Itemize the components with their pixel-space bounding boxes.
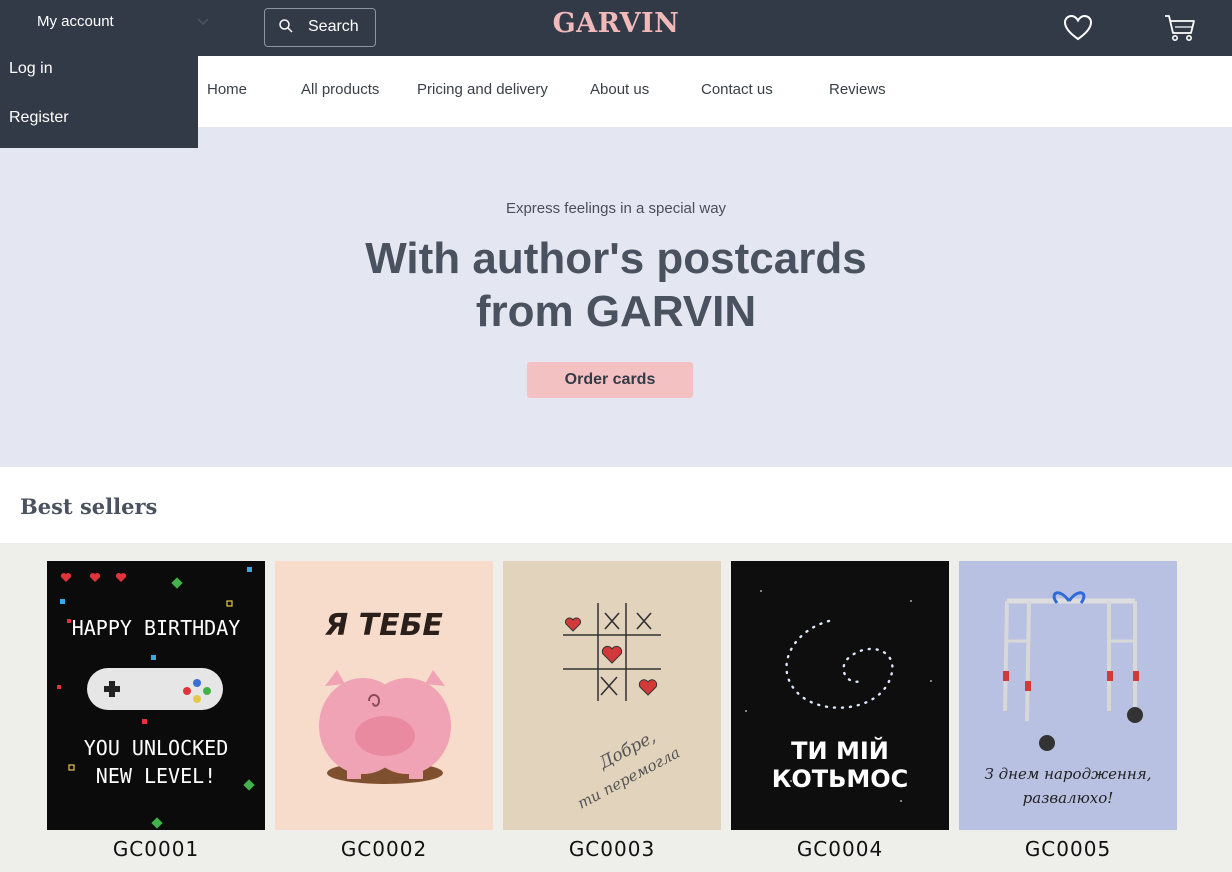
nav-home[interactable]: Home [207, 81, 247, 98]
product-card-5[interactable]: З днем народження, развалюхо! [959, 561, 1177, 830]
card1-line3: NEW LEVEL! [96, 764, 216, 788]
birthday-card-image: HAPPY BIRTHDAY YOU UNLOCKED NEW LEVEL! [47, 561, 265, 830]
order-cards-button[interactable]: Order cards [527, 362, 693, 398]
products-row: HAPPY BIRTHDAY YOU UNLOCKED NEW LEVEL! G… [0, 543, 1232, 872]
search-icon [279, 19, 293, 33]
product-code-3[interactable]: GC0003 [503, 837, 721, 861]
product-code-1[interactable]: GC0001 [47, 837, 265, 861]
my-account-label: My account [37, 13, 114, 30]
product-card-3[interactable]: Добре, ти перемогла [503, 561, 721, 830]
register-link[interactable]: Register [9, 109, 69, 127]
nav-about[interactable]: About us [590, 81, 649, 98]
product-card-4[interactable]: ТИ МІЙ КОТЬМОС [731, 561, 949, 830]
nav-pricing[interactable]: Pricing and delivery [417, 81, 548, 98]
search-button[interactable]: Search [264, 8, 376, 47]
card4-line1: ТИ МІЙ [791, 736, 889, 765]
product-card-1[interactable]: HAPPY BIRTHDAY YOU UNLOCKED NEW LEVEL! [47, 561, 265, 830]
hero-banner: Express feelings in a special way With a… [0, 127, 1232, 467]
cart-icon[interactable] [1163, 13, 1197, 43]
search-label: Search [308, 18, 359, 35]
card2-line1: Я ТЕБЕ [324, 608, 443, 643]
my-account-button[interactable]: My account [0, 0, 222, 44]
card4-line2: КОТЬМОС [772, 765, 909, 793]
product-code-2[interactable]: GC0002 [275, 837, 493, 861]
card5-line1: З днем народження, [985, 765, 1152, 783]
card1-line2: YOU UNLOCKED [84, 736, 229, 760]
product-code-4[interactable]: GC0004 [731, 837, 949, 861]
card1-line1: HAPPY BIRTHDAY [72, 616, 241, 640]
heart-icon[interactable] [1063, 14, 1093, 42]
pig-card-image: Я ТЕБЕ [275, 561, 493, 830]
nav-reviews[interactable]: Reviews [829, 81, 886, 98]
best-sellers-title: Best sellers [20, 494, 158, 519]
card5-line2: развалюхо! [1023, 789, 1114, 807]
account-dropdown: Log in Register [0, 56, 198, 148]
hero-headline: With author's postcards from GARVIN [365, 234, 867, 336]
nav-contact[interactable]: Contact us [701, 81, 773, 98]
tictactoe-card-image: Добре, ти перемогла [503, 561, 721, 830]
product-card-2[interactable]: Я ТЕБЕ [275, 561, 493, 830]
top-bar: My account Search GARVIN [0, 0, 1232, 56]
chevron-down-icon [197, 18, 209, 26]
walker-card-image: З днем народження, развалюхо! [959, 561, 1177, 830]
product-code-5[interactable]: GC0005 [959, 837, 1177, 861]
nav-all-products[interactable]: All products [301, 81, 379, 98]
space-cat-card-image: ТИ МІЙ КОТЬМОС [731, 561, 949, 830]
hero-tagline: Express feelings in a special way [505, 200, 727, 217]
login-link[interactable]: Log in [9, 60, 53, 78]
